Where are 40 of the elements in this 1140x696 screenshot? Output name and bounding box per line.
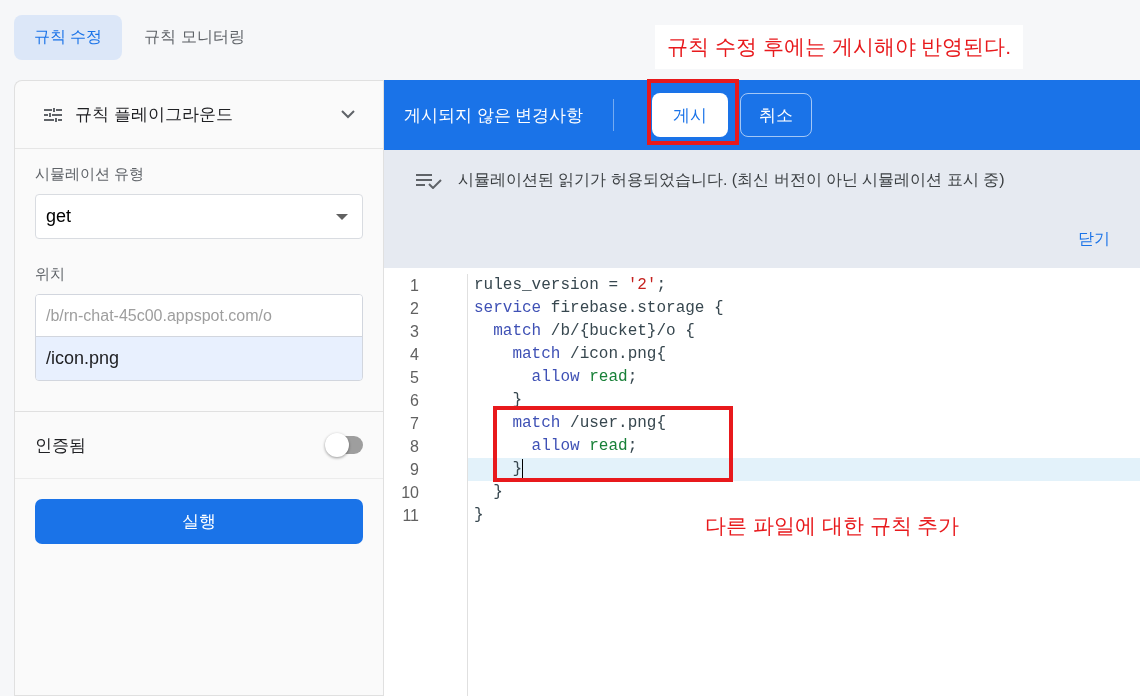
line-number: 4 [409, 345, 419, 365]
line-number: 6 [409, 391, 419, 411]
run-button[interactable]: 실행 [35, 499, 363, 544]
line-number: 3 [409, 322, 419, 342]
notice-message: 시뮬레이션된 읽기가 허용되었습니다. (최신 버전이 아닌 시뮬레이션 표시 중) [458, 170, 1005, 190]
line-number: 10 [400, 483, 419, 503]
line-number: 8 [409, 437, 419, 457]
code-line: match /user.png{ [511, 413, 667, 434]
auth-label: 인증됨 [35, 434, 86, 457]
publish-button[interactable]: 게시 [652, 93, 729, 137]
location-prefix: /b/rn-chat-45c00.appspot.com/o [36, 295, 362, 337]
sliders-icon [43, 106, 63, 123]
tab[interactable]: 규칙 수정 [14, 15, 123, 60]
line-number: 9 [409, 460, 419, 480]
line-number: 5 [409, 368, 419, 388]
code-line: match /b/{bucket}/o { [492, 321, 695, 342]
list-check-icon [416, 172, 442, 189]
line-number: 2 [409, 299, 419, 319]
close-link[interactable]: 닫기 [1078, 229, 1110, 250]
code-line: match /icon.png{ [511, 344, 667, 365]
line-number: 11 [401, 506, 419, 526]
code-line: service firebase.storage { [473, 298, 724, 319]
code-line: } [473, 505, 484, 526]
tab[interactable]: 규칙 모니터링 [130, 15, 259, 60]
location-input[interactable]: /icon.png [36, 337, 362, 380]
annotation-text: 규칙 수정 후에는 게시해야 반영된다. [655, 25, 1024, 69]
annotation-text: 다른 파일에 대한 규칙 추가 [705, 513, 960, 539]
code-line: } [492, 482, 503, 503]
playground-header[interactable]: 규칙 플레이그라운드 [15, 81, 383, 149]
simulation-type-select[interactable]: get [35, 194, 363, 239]
unpublished-status: 게시되지 않은 변경사항 [404, 104, 584, 127]
line-number: 1 [409, 276, 419, 296]
dropdown-arrow-icon [336, 213, 348, 220]
cancel-button[interactable]: 취소 [740, 93, 813, 137]
field-label: 위치 [35, 265, 66, 284]
field-label: 시뮬레이션 유형 [35, 165, 146, 184]
code-line: allow read; [530, 367, 638, 388]
code-line: rules_version = '2'; [473, 275, 667, 296]
line-number: 7 [409, 414, 419, 434]
code-line: allow read; [530, 436, 638, 457]
